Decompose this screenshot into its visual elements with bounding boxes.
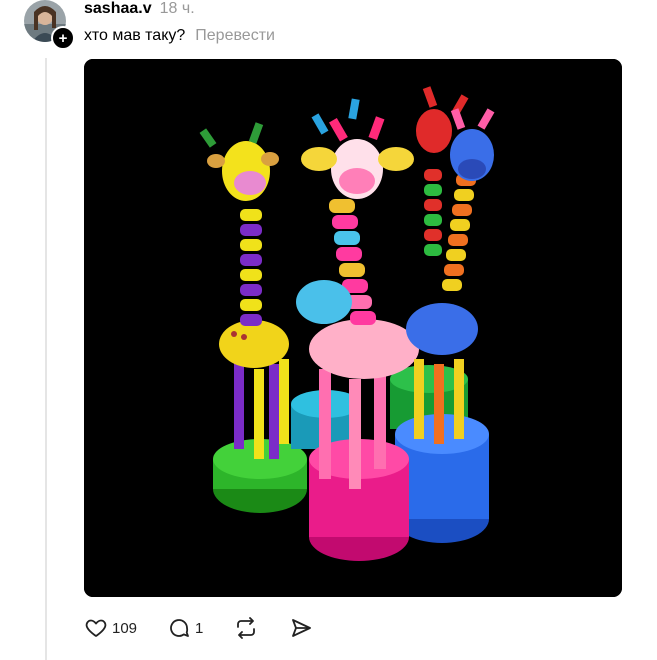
username[interactable]: sashaa.v bbox=[84, 0, 152, 18]
repost-icon bbox=[233, 616, 259, 640]
post-text: хто мав таку? bbox=[84, 27, 186, 44]
thread-line bbox=[45, 58, 47, 660]
action-bar: 109 1 bbox=[84, 614, 343, 642]
reply-icon bbox=[167, 616, 191, 640]
share-button[interactable] bbox=[289, 616, 313, 640]
like-count: 109 bbox=[112, 619, 138, 637]
follow-plus-icon[interactable]: + bbox=[51, 26, 75, 50]
heart-icon bbox=[84, 616, 108, 640]
reply-count: 1 bbox=[195, 619, 204, 637]
post-time: 18 ч. bbox=[159, 0, 195, 17]
reply-button[interactable]: 1 bbox=[167, 616, 203, 640]
share-icon bbox=[289, 616, 313, 640]
translate-link[interactable]: Перевести bbox=[195, 27, 275, 45]
post-image[interactable] bbox=[84, 59, 622, 597]
like-button[interactable]: 109 bbox=[84, 616, 137, 640]
repost-button[interactable] bbox=[233, 616, 259, 640]
